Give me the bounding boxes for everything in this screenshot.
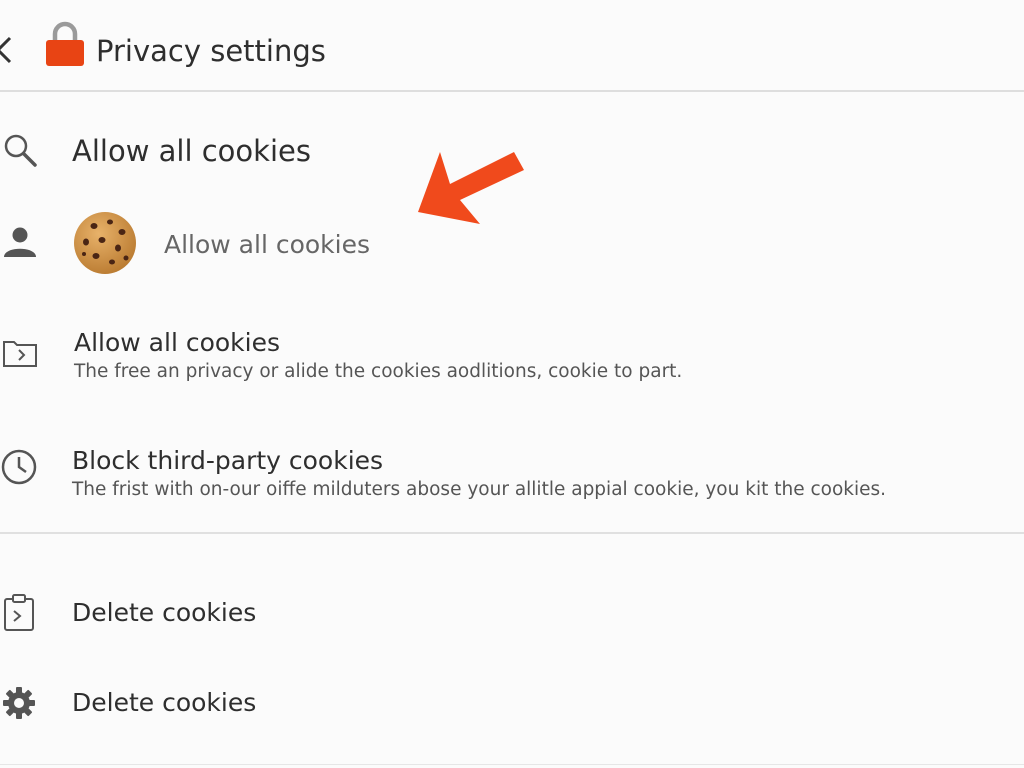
option-label: Allow all cookies <box>74 328 281 357</box>
action-label: Delete cookies <box>72 688 257 717</box>
privacy-settings-page: Privacy settings Allow all cookies Allow… <box>0 0 1024 768</box>
option-allow-all-cookies-3[interactable]: Allow all cookies The free an privacy or… <box>0 318 1024 398</box>
lock-icon <box>46 21 84 66</box>
delete-cookies-button-1[interactable]: Delete cookies <box>0 580 1024 650</box>
header-bar: Privacy settings <box>0 0 1024 92</box>
option-block-third-party-cookies[interactable]: Block third-party cookies The frist with… <box>0 436 1024 516</box>
cookie-icon <box>74 212 136 274</box>
clock-icon <box>1 449 37 485</box>
option-label: Allow all cookies <box>164 230 371 259</box>
section-divider <box>0 532 1024 534</box>
option-description: The free an privacy or alide the cookies… <box>74 361 683 382</box>
back-button[interactable] <box>0 32 16 68</box>
page-title: Privacy settings <box>96 34 326 68</box>
gear-icon <box>3 687 35 719</box>
person-icon <box>4 227 36 257</box>
clipboard-arrow-icon <box>4 594 34 631</box>
search-icon <box>4 134 37 167</box>
delete-cookies-button-2[interactable]: Delete cookies <box>0 670 1024 740</box>
folder-arrow-icon <box>3 341 37 367</box>
chevron-left-icon <box>0 36 12 64</box>
option-description: The frist with on-our oiffe milduters ab… <box>72 479 887 500</box>
option-label: Allow all cookies <box>72 134 311 168</box>
arrow-pointer-icon <box>418 152 524 224</box>
action-label: Delete cookies <box>72 598 257 627</box>
bottom-divider <box>0 764 1024 765</box>
option-label: Block third-party cookies <box>72 446 384 475</box>
